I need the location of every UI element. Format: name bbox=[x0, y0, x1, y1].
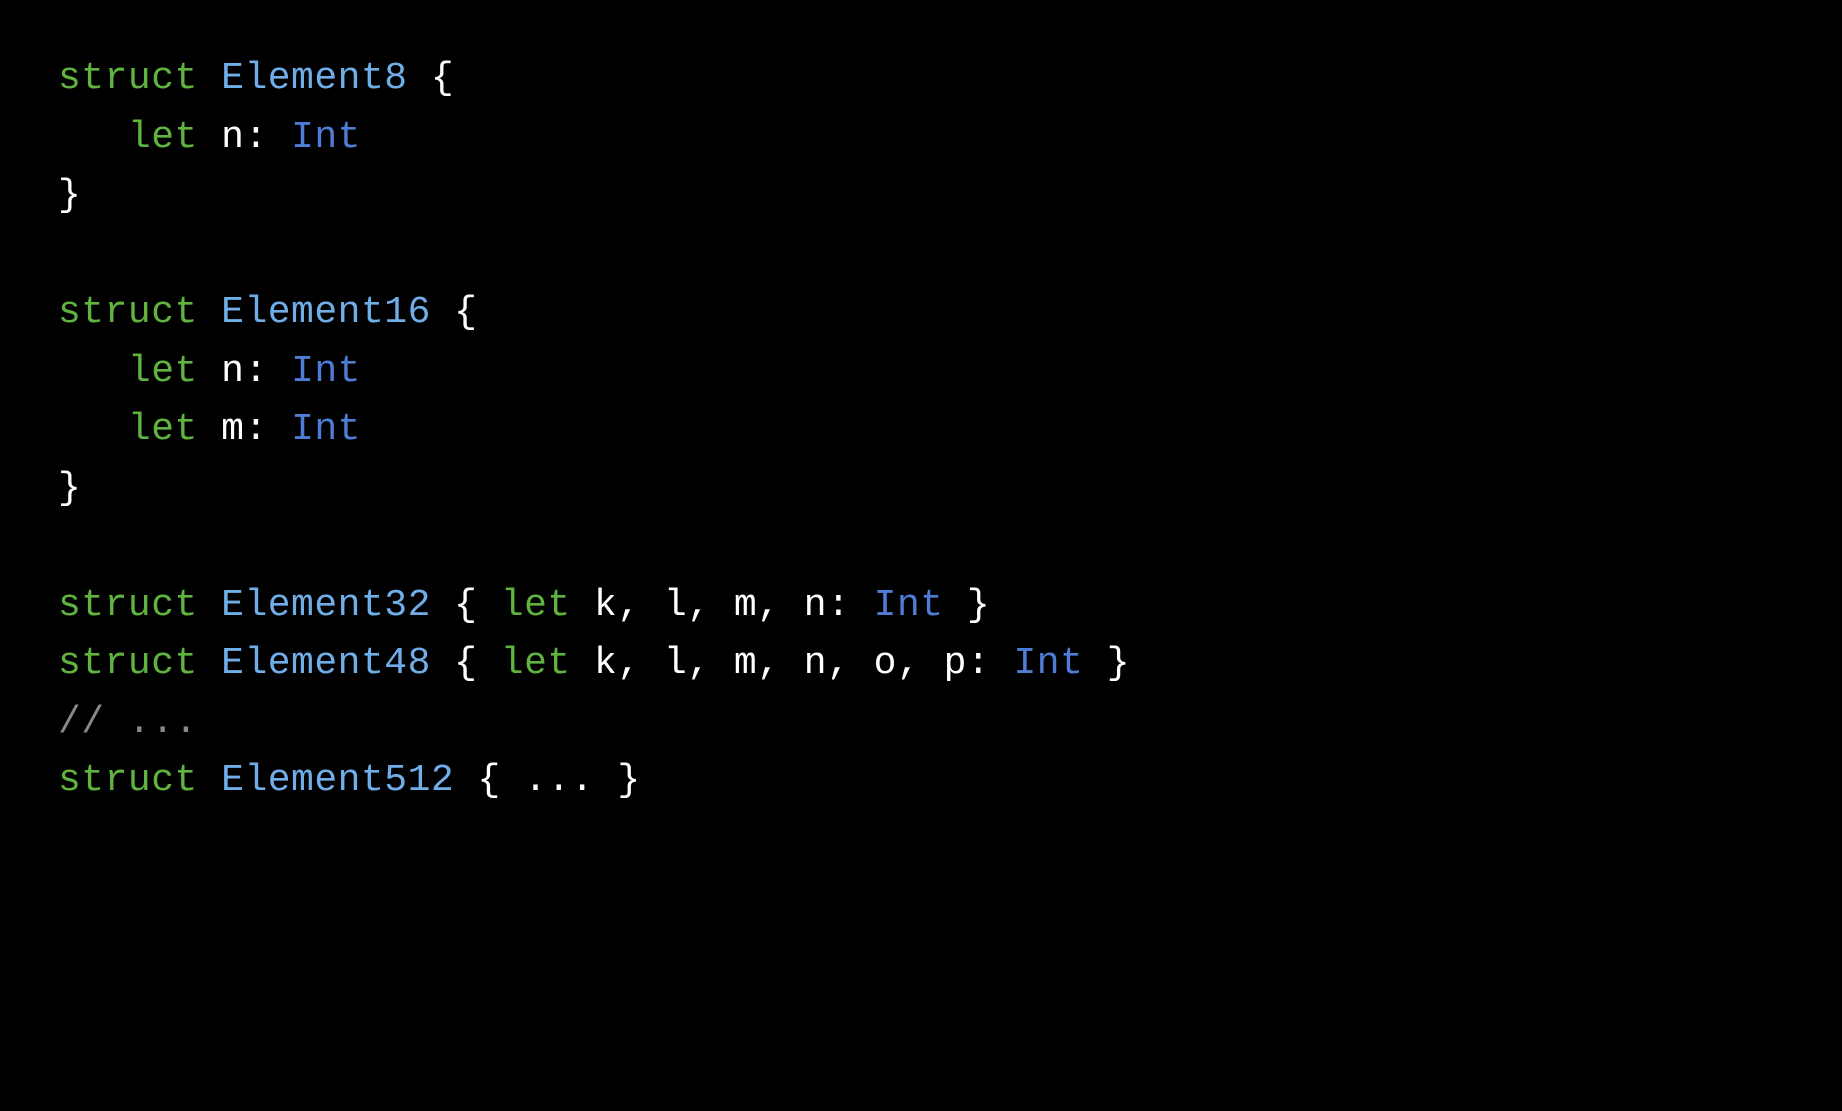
code-token-identifier: m: bbox=[198, 408, 291, 451]
code-line: } bbox=[58, 167, 1784, 226]
code-token-type-name: Element48 bbox=[221, 642, 431, 685]
code-line: let m: Int bbox=[58, 401, 1784, 460]
code-token-identifier: k, l, m, n: bbox=[571, 584, 874, 627]
code-token-type-name: Element16 bbox=[221, 291, 431, 334]
code-line bbox=[58, 518, 1784, 577]
code-line: let n: Int bbox=[58, 343, 1784, 402]
code-token-keyword: let bbox=[128, 116, 198, 159]
code-token-identifier: k, l, m, n, o, p: bbox=[571, 642, 1014, 685]
code-token-identifier: n: bbox=[198, 350, 291, 393]
code-line bbox=[58, 226, 1784, 285]
code-token-keyword: struct bbox=[58, 291, 198, 334]
code-token-punctuation: { bbox=[431, 584, 501, 627]
code-token-punctuation: } bbox=[1083, 642, 1130, 685]
code-token-punctuation: } bbox=[944, 584, 991, 627]
code-line: struct Element512 { ... } bbox=[58, 752, 1784, 811]
code-token-punctuation: } bbox=[58, 467, 81, 510]
code-token-punctuation: { bbox=[431, 291, 478, 334]
code-token-identifier: n: bbox=[198, 116, 291, 159]
code-token-type: Int bbox=[291, 408, 361, 451]
code-editor-view: struct Element8 { let n: Int} struct Ele… bbox=[58, 50, 1784, 811]
code-token-punctuation: { bbox=[431, 642, 501, 685]
code-token-punctuation: { ... } bbox=[454, 759, 640, 802]
code-token-punctuation bbox=[198, 759, 221, 802]
code-token-keyword: let bbox=[128, 350, 198, 393]
code-token-punctuation: } bbox=[58, 174, 81, 217]
code-token-keyword: struct bbox=[58, 642, 198, 685]
code-token-keyword: let bbox=[501, 642, 571, 685]
code-line: } bbox=[58, 460, 1784, 519]
code-line: struct Element16 { bbox=[58, 284, 1784, 343]
code-token-punctuation bbox=[198, 291, 221, 334]
code-token-type: Int bbox=[291, 350, 361, 393]
code-line: struct Element48 { let k, l, m, n, o, p:… bbox=[58, 635, 1784, 694]
code-token-type-name: Element512 bbox=[221, 759, 454, 802]
code-token-keyword: struct bbox=[58, 57, 198, 100]
code-token-type-name: Element8 bbox=[221, 57, 407, 100]
code-token-keyword: let bbox=[501, 584, 571, 627]
code-token-type: Int bbox=[1014, 642, 1084, 685]
code-token-keyword: struct bbox=[58, 584, 198, 627]
code-token-punctuation bbox=[198, 57, 221, 100]
code-line: struct Element8 { bbox=[58, 50, 1784, 109]
code-token-punctuation bbox=[198, 584, 221, 627]
code-token-type: Int bbox=[291, 116, 361, 159]
code-token-type-name: Element32 bbox=[221, 584, 431, 627]
code-token-punctuation bbox=[198, 642, 221, 685]
code-token-punctuation bbox=[58, 408, 128, 451]
code-token-punctuation bbox=[58, 350, 128, 393]
code-token-keyword: let bbox=[128, 408, 198, 451]
code-line: // ... bbox=[58, 694, 1784, 753]
code-token-punctuation bbox=[58, 116, 128, 159]
code-token-type: Int bbox=[874, 584, 944, 627]
code-token-punctuation: { bbox=[408, 57, 455, 100]
code-token-comment: // ... bbox=[58, 701, 198, 744]
code-line: struct Element32 { let k, l, m, n: Int } bbox=[58, 577, 1784, 636]
code-line: let n: Int bbox=[58, 109, 1784, 168]
code-token-keyword: struct bbox=[58, 759, 198, 802]
